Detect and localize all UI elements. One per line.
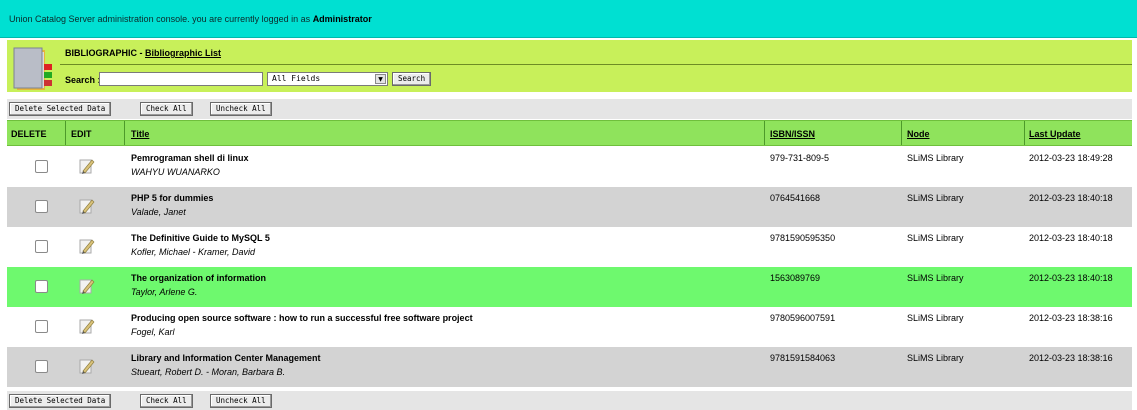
table-row: Library and Information Center Managemen… [7,347,1132,387]
delete-checkbox[interactable] [35,160,48,173]
col-separator [764,121,765,145]
table-header: DELETE EDIT Title ISBN/ISSN Node Last Up… [7,120,1132,146]
bibliography-book-icon [13,47,52,90]
item-author: Stueart, Robert D. - Moran, Barbara B. [131,367,286,377]
uncheck-all-button-bottom[interactable]: Uncheck All [210,394,272,408]
item-author: Valade, Janet [131,207,186,217]
search-button[interactable]: Search [392,72,432,86]
table-row: Producing open source software : how to … [7,307,1132,347]
item-node: SLiMS Library [907,313,964,323]
item-node: SLiMS Library [907,193,964,203]
uncheck-all-button[interactable]: Uncheck All [210,102,272,116]
item-isbn: 9781591584063 [770,353,836,363]
item-node: SLiMS Library [907,233,964,243]
item-node: SLiMS Library [907,353,964,363]
col-separator [65,121,66,145]
section-divider [60,64,1132,65]
header-text: Union Catalog Server administration cons… [9,14,311,24]
col-title-sort[interactable]: Title [131,129,149,139]
section-title: BIBLIOGRAPHIC - Bibliographic List [65,48,222,58]
item-author: Taylor, Arlene G. [131,287,198,297]
search-input[interactable] [99,72,263,86]
delete-checkbox[interactable] [35,320,48,333]
header-bar: Union Catalog Server administration cons… [0,0,1137,38]
edit-pencil-icon[interactable] [79,237,95,255]
item-isbn: 979-731-809-5 [770,153,830,163]
chevron-down-icon[interactable]: ▼ [375,74,386,84]
col-separator [1024,121,1025,145]
item-last-update: 2012-03-23 18:38:16 [1029,353,1113,363]
item-last-update: 2012-03-23 18:38:16 [1029,313,1113,323]
module-name: BIBLIOGRAPHIC [65,48,137,58]
edit-pencil-icon[interactable] [79,317,95,335]
item-title: The organization of information [131,273,266,283]
item-isbn: 9780596007591 [770,313,836,323]
item-author: Fogel, Karl [131,327,175,337]
delete-checkbox[interactable] [35,240,48,253]
item-last-update: 2012-03-23 18:40:18 [1029,193,1113,203]
table-row: PHP 5 for dummies Valade, Janet 07645416… [7,187,1132,227]
check-all-button-bottom[interactable]: Check All [140,394,193,408]
check-all-button[interactable]: Check All [140,102,193,116]
item-last-update: 2012-03-23 18:40:18 [1029,233,1113,243]
table-row: The organization of information Taylor, … [7,267,1132,307]
item-last-update: 2012-03-23 18:49:28 [1029,153,1113,163]
table-row: The Definitive Guide to MySQL 5 Kofler, … [7,227,1132,267]
item-isbn: 9781590595350 [770,233,836,243]
item-author: WAHYU WUANARKO [131,167,220,177]
item-title: The Definitive Guide to MySQL 5 [131,233,270,243]
edit-pencil-icon[interactable] [79,157,95,175]
item-last-update: 2012-03-23 18:40:18 [1029,273,1113,283]
col-last-update-sort[interactable]: Last Update [1029,129,1081,139]
logged-in-user: Administrator [312,14,372,24]
col-delete: DELETE [11,129,47,139]
col-edit: EDIT [71,129,92,139]
item-isbn: 0764541668 [770,193,821,203]
bibliographic-list-link[interactable]: Bibliographic List [145,48,221,58]
delete-checkbox[interactable] [35,280,48,293]
item-node: SLiMS Library [907,273,964,283]
item-title: Library and Information Center Managemen… [131,353,321,363]
table-row: Pemrograman shell di linux WAHYU WUANARK… [7,147,1132,187]
search-label: Search : [65,75,101,85]
delete-selected-button[interactable]: Delete Selected Data [9,102,112,116]
col-isbn-sort[interactable]: ISBN/ISSN [770,129,815,139]
edit-pencil-icon[interactable] [79,197,95,215]
col-separator [124,121,125,145]
item-title: PHP 5 for dummies [131,193,214,203]
edit-pencil-icon[interactable] [79,277,95,295]
item-node: SLiMS Library [907,153,964,163]
edit-pencil-icon[interactable] [79,357,95,375]
delete-selected-button-bottom[interactable]: Delete Selected Data [9,394,112,408]
item-isbn: 1563089769 [770,273,821,283]
field-select-value: All Fields [272,74,321,83]
col-node-sort[interactable]: Node [907,129,930,139]
col-separator [901,121,902,145]
delete-checkbox[interactable] [35,200,48,213]
item-title: Pemrograman shell di linux [131,153,249,163]
delete-checkbox[interactable] [35,360,48,373]
item-author: Kofler, Michael - Kramer, David [131,247,256,257]
field-select[interactable]: All Fields ▼ [267,72,388,86]
item-title: Producing open source software : how to … [131,313,473,323]
